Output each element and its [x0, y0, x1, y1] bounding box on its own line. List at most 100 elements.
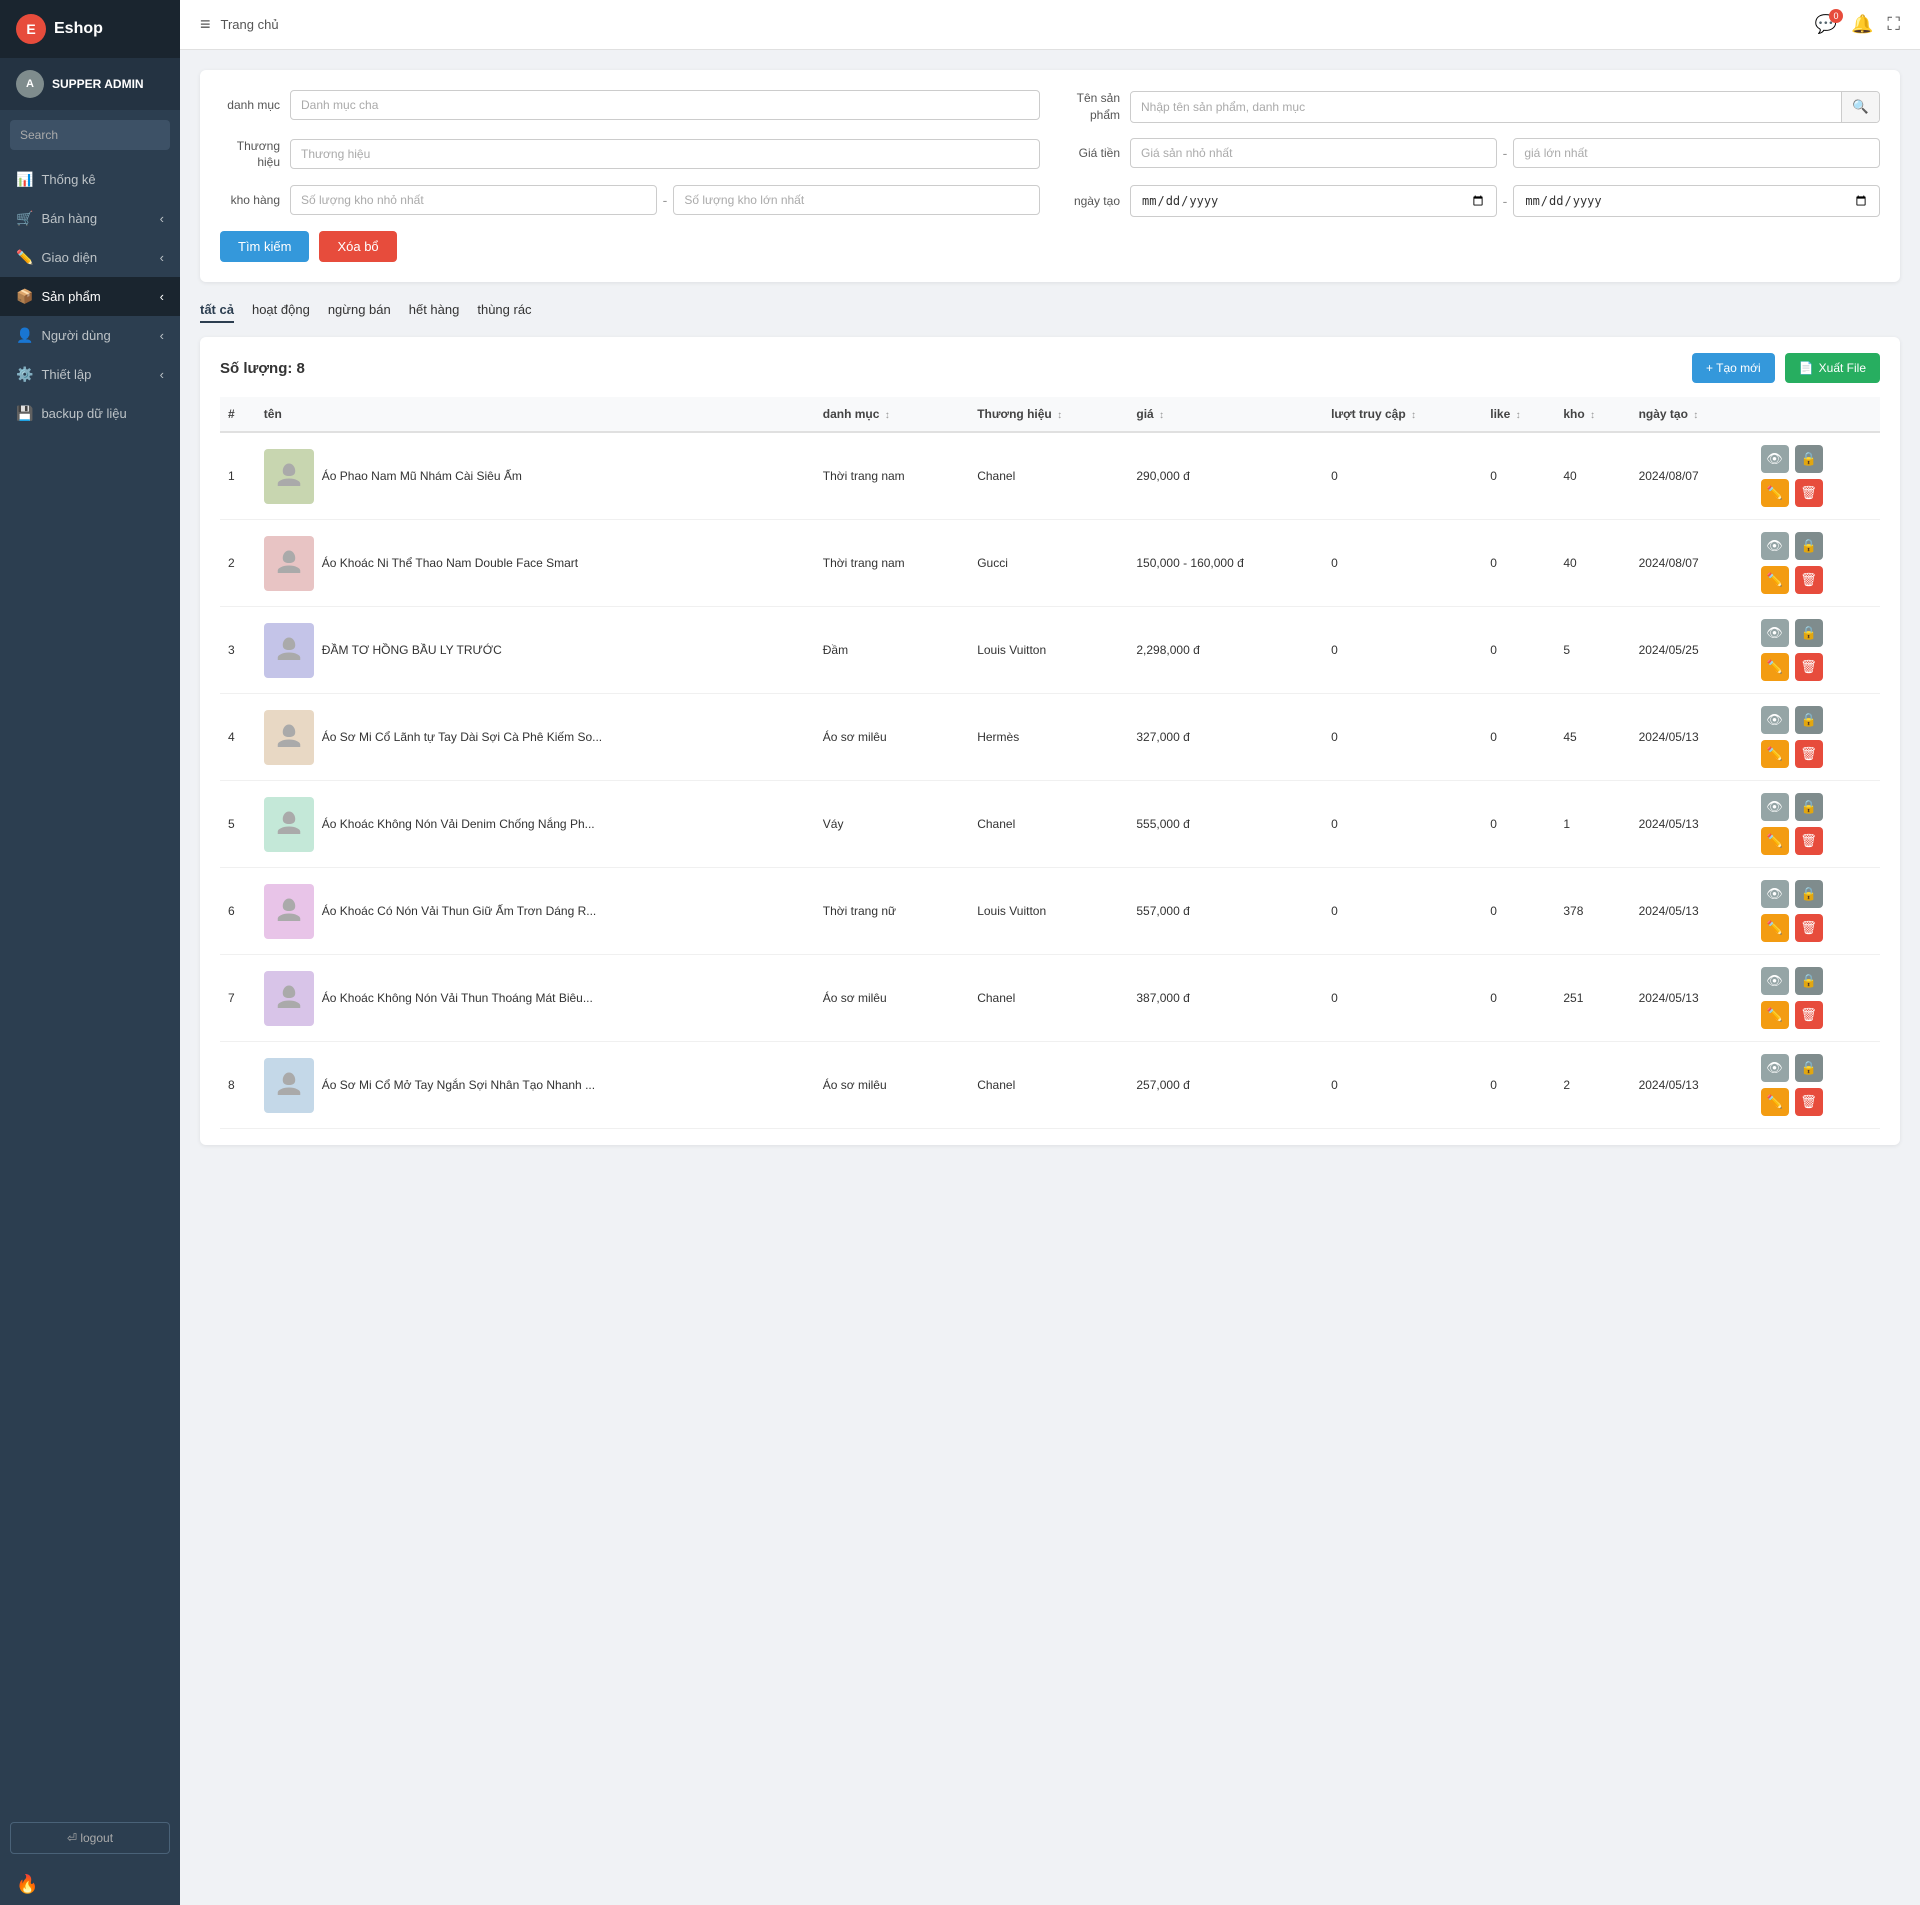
edit-button[interactable]: ✏️	[1761, 740, 1789, 768]
lock-button[interactable]: 🔒	[1795, 619, 1823, 647]
sidebar-item-giao-dien[interactable]: ✏️ Giao diện ‹	[0, 238, 180, 277]
table-header-row: # tên danh mục ↕ Thương hiệu ↕ giá ↕ lượ…	[220, 397, 1880, 432]
table-row: 1 Áo Phao Nam Mũ Nhám Cài Siêu Ấm Thời t…	[220, 432, 1880, 520]
lock-button[interactable]: 🔒	[1795, 445, 1823, 473]
cell-danh-muc: Thời trang nữ	[815, 868, 969, 955]
cell-ngay-tao: 2024/05/13	[1631, 781, 1751, 868]
ten-sp-search-button[interactable]: 🔍	[1841, 92, 1879, 122]
delete-button[interactable]: 🗑	[1795, 653, 1823, 681]
kho-label: kho hàng	[220, 193, 280, 207]
delete-button[interactable]: 🗑	[1795, 740, 1823, 768]
filter-actions: Tìm kiếm Xóa bổ	[220, 231, 1880, 262]
edit-button[interactable]: ✏️	[1761, 1001, 1789, 1029]
cell-like: 0	[1482, 868, 1555, 955]
view-button[interactable]: 👁	[1761, 445, 1789, 473]
cell-gia: 387,000 đ	[1128, 955, 1323, 1042]
backup-icon: 💾	[16, 405, 33, 422]
hamburger-icon[interactable]: ≡	[200, 14, 211, 35]
sidebar-item-nguoi-dung[interactable]: 👤 Người dùng ‹	[0, 316, 180, 355]
kho-max-input[interactable]	[673, 185, 1040, 215]
view-button[interactable]: 👁	[1761, 532, 1789, 560]
table-row: 4 Áo Sơ Mi Cổ Lãnh tự Tay Dài Sợi Cà Phê…	[220, 694, 1880, 781]
tab-tat-ca[interactable]: tất cả	[200, 298, 234, 323]
lock-button[interactable]: 🔒	[1795, 880, 1823, 908]
date-from-input[interactable]	[1130, 185, 1497, 217]
delete-button[interactable]: 🗑	[1795, 479, 1823, 507]
view-button[interactable]: 👁	[1761, 706, 1789, 734]
sidebar-nav: 📊 Thống kê 🛒 Bán hàng ‹ ✏️ Giao diện ‹ 📦…	[0, 160, 180, 1812]
delete-button[interactable]: 🗑	[1795, 566, 1823, 594]
product-count: Số lượng: 8	[220, 360, 305, 377]
cell-ten: Áo Khoác Không Nón Vải Denim Chống Nắng …	[256, 781, 815, 868]
chevron-right-icon: ‹	[160, 328, 164, 343]
edit-button[interactable]: ✏️	[1761, 827, 1789, 855]
product-table-card: Số lượng: 8 + Tạo mới 📄 Xuất File # tên …	[200, 337, 1900, 1145]
sidebar-item-ban-hang[interactable]: 🛒 Bán hàng ‹	[0, 199, 180, 238]
view-button[interactable]: 👁	[1761, 793, 1789, 821]
view-button[interactable]: 👁	[1761, 619, 1789, 647]
sidebar-item-label: Bán hàng	[41, 211, 97, 226]
col-kho[interactable]: kho ↕	[1555, 397, 1630, 432]
date-to-input[interactable]	[1513, 185, 1880, 217]
search-button[interactable]: Tìm kiếm	[220, 231, 309, 262]
col-gia[interactable]: giá ↕	[1128, 397, 1323, 432]
view-button[interactable]: 👁	[1761, 967, 1789, 995]
price-max-input[interactable]	[1513, 138, 1880, 168]
edit-button[interactable]: ✏️	[1761, 479, 1789, 507]
ten-sp-input[interactable]	[1131, 93, 1841, 121]
danh-muc-input[interactable]	[290, 90, 1040, 120]
action-pair-top: 👁 🔒	[1759, 617, 1825, 649]
edit-button[interactable]: ✏️	[1761, 566, 1789, 594]
delete-button[interactable]: 🗑	[1795, 1001, 1823, 1029]
delete-button[interactable]: 🗑	[1795, 1088, 1823, 1116]
col-danh-muc[interactable]: danh mục ↕	[815, 397, 969, 432]
col-thuong-hieu[interactable]: Thương hiệu ↕	[969, 397, 1128, 432]
action-pair-bottom: ✏️ 🗑	[1759, 825, 1825, 857]
breadcrumb: Trang chủ	[221, 17, 279, 32]
search-input[interactable]	[10, 121, 170, 149]
export-button[interactable]: 📄 Xuất File	[1785, 353, 1880, 383]
filter-ten-sp: Tên sảnphẩm 🔍	[1060, 90, 1880, 124]
lock-button[interactable]: 🔒	[1795, 967, 1823, 995]
sidebar-item-thong-ke[interactable]: 📊 Thống kê	[0, 160, 180, 199]
sidebar-item-san-pham[interactable]: 📦 Sản phẩm ‹	[0, 277, 180, 316]
view-button[interactable]: 👁	[1761, 1054, 1789, 1082]
col-ngay-tao[interactable]: ngày tạo ↕	[1631, 397, 1751, 432]
cell-thuong-hieu: Hermès	[969, 694, 1128, 781]
product-name: Áo Khoác Ni Thể Thao Nam Double Face Sma…	[322, 556, 578, 570]
fullscreen-icon[interactable]: ⛶	[1887, 14, 1900, 35]
delete-button[interactable]: 🗑	[1795, 914, 1823, 942]
notification-icon[interactable]: 🔔	[1851, 14, 1873, 35]
view-button[interactable]: 👁	[1761, 880, 1789, 908]
page-content: danh mục Tên sảnphẩm 🔍 Thươnghiệu	[180, 50, 1920, 1905]
delete-button[interactable]: 🗑	[1795, 827, 1823, 855]
cell-thuong-hieu: Chanel	[969, 432, 1128, 520]
thuong-hieu-input[interactable]	[290, 139, 1040, 169]
edit-button[interactable]: ✏️	[1761, 914, 1789, 942]
edit-button[interactable]: ✏️	[1761, 653, 1789, 681]
lock-button[interactable]: 🔒	[1795, 706, 1823, 734]
messages-icon[interactable]: 💬 0	[1815, 14, 1837, 35]
tab-hoat-dong[interactable]: hoạt động	[252, 298, 310, 323]
edit-button[interactable]: ✏️	[1761, 1088, 1789, 1116]
lock-button[interactable]: 🔒	[1795, 793, 1823, 821]
clear-button[interactable]: Xóa bổ	[319, 231, 396, 262]
tab-thung-rac[interactable]: thùng rác	[477, 298, 531, 323]
product-thumbnail	[264, 623, 314, 678]
export-label: Xuất File	[1819, 361, 1866, 375]
col-luot-truy-cap[interactable]: lượt truy cập ↕	[1323, 397, 1482, 432]
kho-min-input[interactable]	[290, 185, 657, 215]
table-row: 5 Áo Khoác Không Nón Vải Denim Chống Nắn…	[220, 781, 1880, 868]
lock-button[interactable]: 🔒	[1795, 532, 1823, 560]
sidebar-item-backup[interactable]: 💾 backup dữ liệu	[0, 394, 180, 433]
lock-button[interactable]: 🔒	[1795, 1054, 1823, 1082]
price-min-input[interactable]	[1130, 138, 1497, 168]
sidebar-item-thiet-lap[interactable]: ⚙️ Thiết lập ‹	[0, 355, 180, 394]
create-new-button[interactable]: + Tạo mới	[1692, 353, 1775, 383]
col-like[interactable]: like ↕	[1482, 397, 1555, 432]
tab-het-hang[interactable]: hết hàng	[409, 298, 460, 323]
tab-ngung-ban[interactable]: ngừng bán	[328, 298, 391, 323]
cell-kho: 2	[1555, 1042, 1630, 1129]
brand-label: Eshop	[54, 20, 103, 38]
logout-button[interactable]: ⏎ logout	[10, 1822, 170, 1854]
